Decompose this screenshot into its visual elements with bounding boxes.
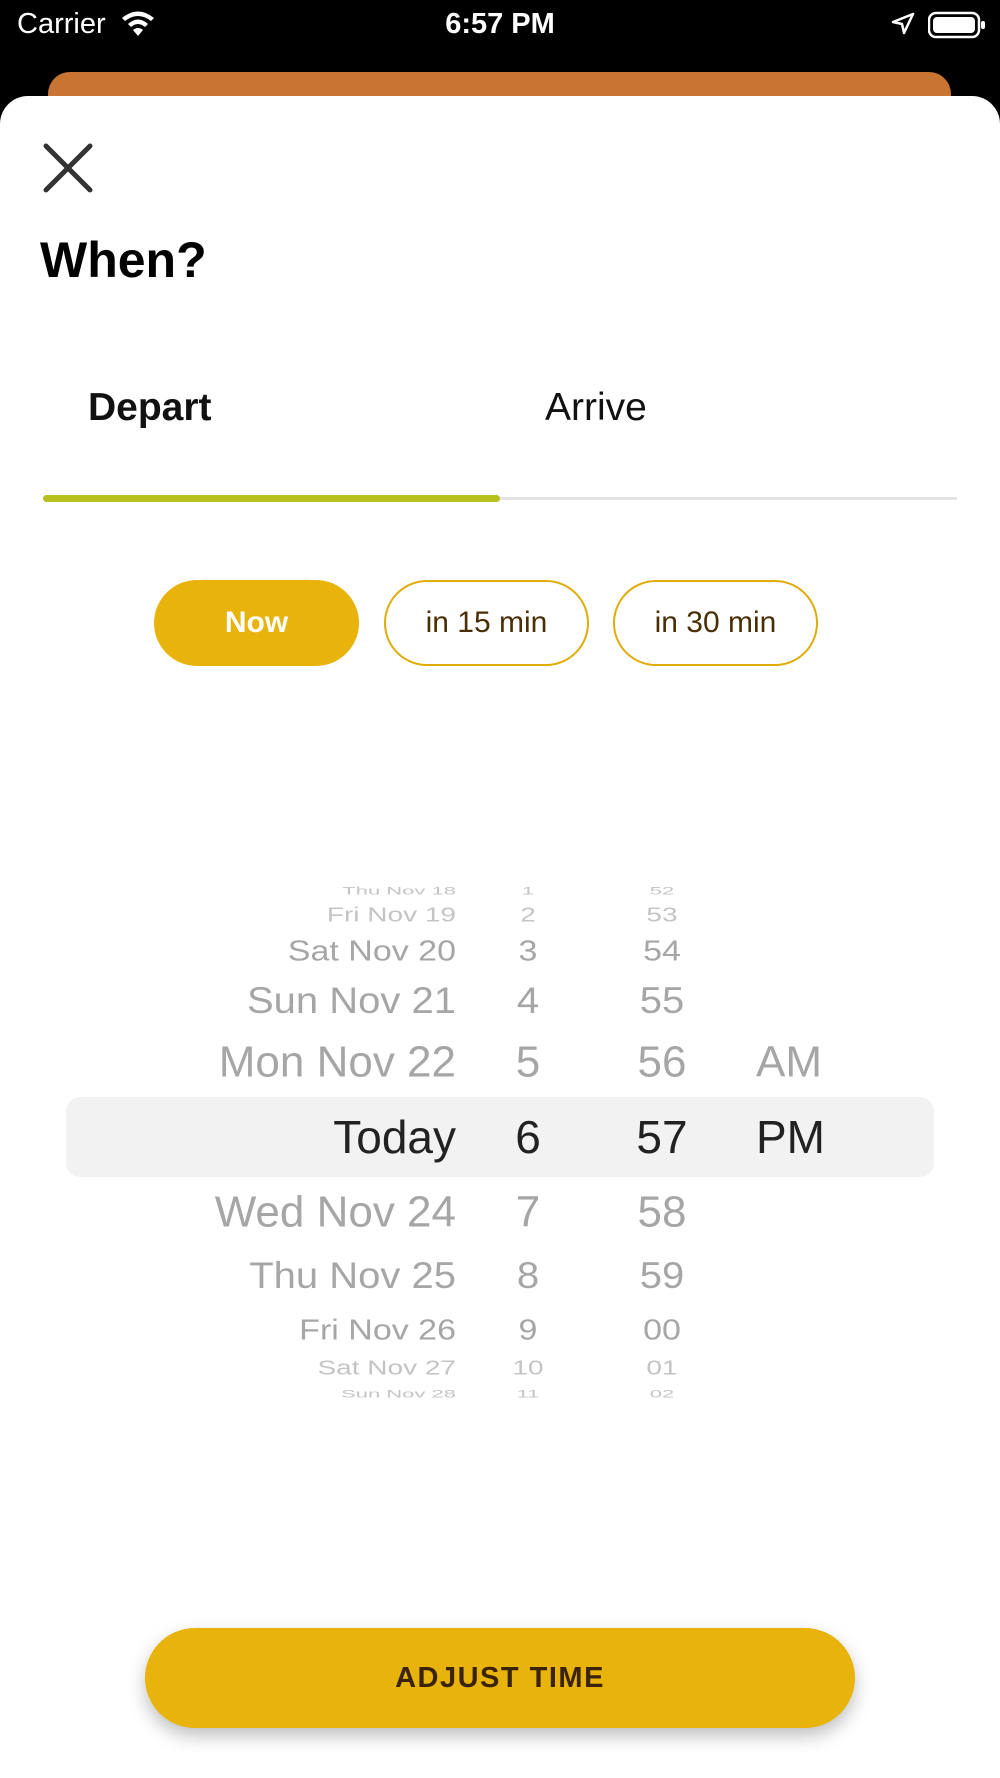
- hour-wheel-item[interactable]: 4: [486, 982, 570, 1019]
- minute-wheel-item[interactable]: 59: [610, 1257, 714, 1294]
- in-30-min-chip[interactable]: in 30 min: [613, 580, 818, 666]
- status-bar: Carrier 6:57 PM: [0, 0, 1000, 52]
- minute-wheel-item[interactable]: 58: [610, 1191, 714, 1234]
- hour-wheel-item[interactable]: 6: [486, 1114, 570, 1160]
- hour-wheel-item[interactable]: 11: [486, 1388, 570, 1400]
- page-title: When?: [40, 232, 207, 288]
- date-time-picker[interactable]: Thu Nov 18 Fri Nov 19 Sat Nov 20 Sun Nov 21…: [0, 856, 1000, 1556]
- close-icon: [43, 143, 93, 193]
- tab-active-indicator: [43, 495, 500, 502]
- now-chip[interactable]: Now: [154, 580, 359, 666]
- minute-wheel-item[interactable]: 00: [610, 1316, 714, 1345]
- time-picker-sheet: When? Depart Arrive Now in 15 min in 30 …: [0, 96, 1000, 1778]
- date-wheel-item[interactable]: Sat Nov 27: [150, 1358, 456, 1378]
- ampm-wheel-item[interactable]: AM: [756, 1041, 876, 1084]
- tab-arrive[interactable]: Arrive: [545, 386, 647, 486]
- date-wheel-item[interactable]: Sat Nov 20: [150, 937, 456, 966]
- date-wheel-item[interactable]: Wed Nov 24: [150, 1191, 456, 1234]
- date-wheel-item[interactable]: Thu Nov 25: [150, 1257, 456, 1294]
- date-wheel-item[interactable]: Sun Nov 21: [150, 982, 456, 1019]
- hour-wheel-item[interactable]: 1: [486, 885, 570, 897]
- minute-wheel-item[interactable]: 57: [610, 1114, 714, 1160]
- date-wheel-item[interactable]: Mon Nov 22: [150, 1041, 456, 1084]
- minute-wheel-item[interactable]: 56: [610, 1041, 714, 1084]
- hour-wheel-item[interactable]: 10: [486, 1358, 570, 1378]
- hour-wheel-item[interactable]: 8: [486, 1257, 570, 1294]
- hour-wheel-item[interactable]: 9: [486, 1316, 570, 1345]
- status-time: 6:57 PM: [445, 8, 555, 40]
- location-arrow-icon: [890, 11, 916, 37]
- date-wheel-item[interactable]: Thu Nov 18: [150, 885, 456, 897]
- hour-wheel-item[interactable]: 5: [486, 1041, 570, 1084]
- minute-wheel-item[interactable]: 55: [610, 982, 714, 1019]
- mode-tabs: Depart Arrive: [43, 386, 957, 496]
- adjust-time-button[interactable]: ADJUST TIME: [145, 1628, 855, 1728]
- date-wheel-item[interactable]: Fri Nov 19: [150, 905, 456, 925]
- minute-wheel-item[interactable]: 53: [610, 905, 714, 925]
- close-button[interactable]: [38, 138, 98, 198]
- hour-wheel-item[interactable]: 2: [486, 905, 570, 925]
- date-wheel-item[interactable]: Fri Nov 26: [150, 1316, 456, 1345]
- minute-wheel-item[interactable]: 02: [610, 1388, 714, 1400]
- minute-wheel-item[interactable]: 01: [610, 1358, 714, 1378]
- ampm-wheel-item[interactable]: PM: [756, 1114, 876, 1160]
- tab-depart[interactable]: Depart: [88, 386, 212, 486]
- battery-icon: [927, 10, 986, 40]
- hour-wheel-item[interactable]: 3: [486, 937, 570, 966]
- minute-wheel-item[interactable]: 52: [610, 885, 714, 897]
- date-wheel-item[interactable]: Today: [150, 1114, 456, 1160]
- date-wheel-item[interactable]: Sun Nov 28: [150, 1388, 456, 1400]
- hour-wheel-item[interactable]: 7: [486, 1191, 570, 1234]
- minute-wheel-item[interactable]: 54: [610, 937, 714, 966]
- in-15-min-chip[interactable]: in 15 min: [384, 580, 589, 666]
